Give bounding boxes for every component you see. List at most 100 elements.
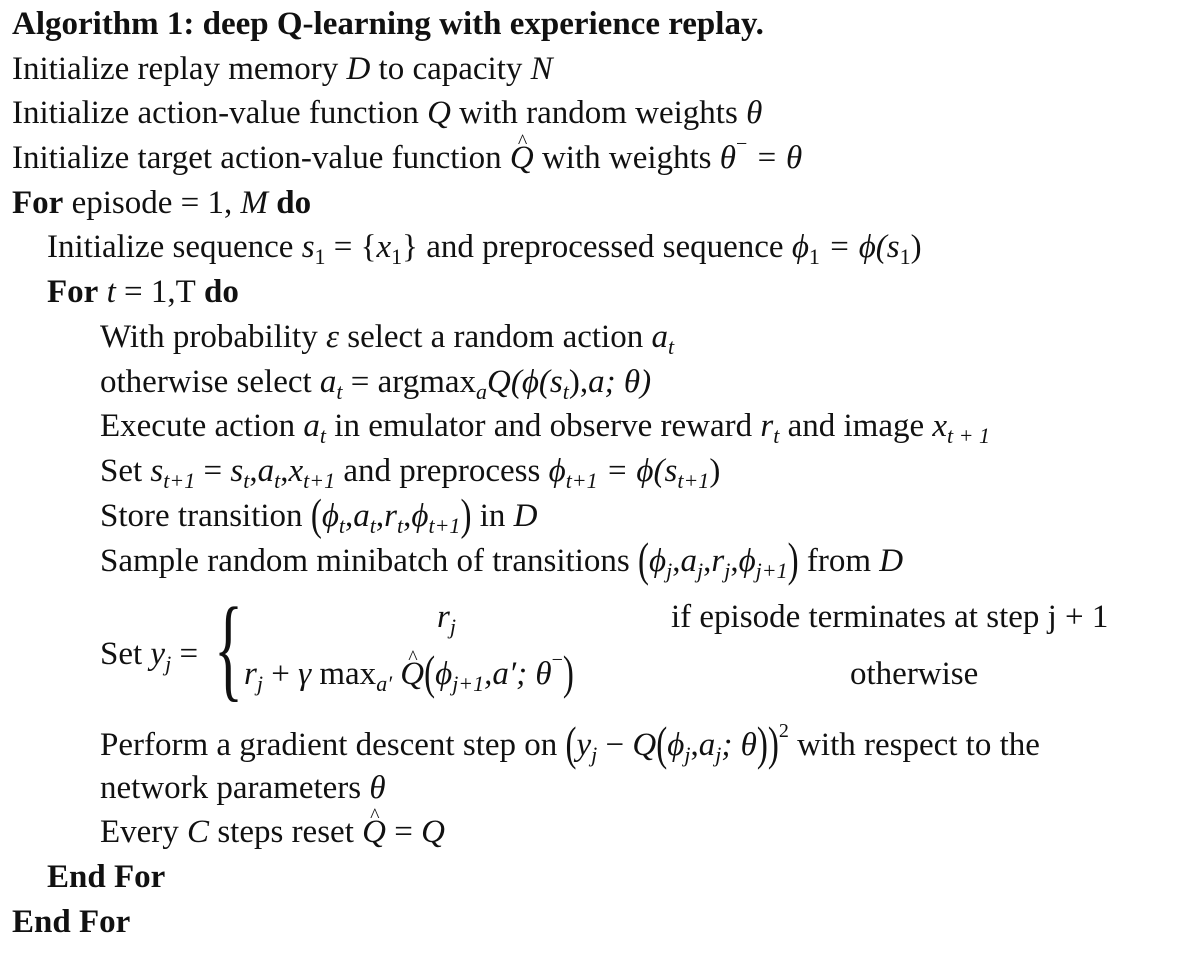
- var-s: s: [664, 453, 678, 489]
- var-x: x: [288, 453, 304, 489]
- var-r: r: [760, 408, 774, 444]
- end-for-inner: End For: [47, 859, 166, 895]
- subscript: j+1: [755, 558, 788, 583]
- text: ,: [730, 543, 739, 579]
- subscript: 1: [808, 244, 820, 269]
- line-execute: Execute action at in emulator and observ…: [100, 406, 990, 448]
- var-phi: ϕ: [738, 543, 756, 579]
- var-phi: ϕ: [411, 498, 429, 534]
- line-gradient-descent: Perform a gradient descent step on (yj −…: [100, 719, 1040, 771]
- var-C: C: [187, 814, 210, 850]
- var-a: a: [353, 498, 370, 534]
- var-Q-hat: Q: [400, 638, 424, 694]
- subscript: t+1: [677, 468, 710, 493]
- text: ,: [249, 453, 258, 489]
- paren-open: (: [310, 491, 322, 541]
- var-Q: Q: [427, 95, 451, 131]
- superscript-2: 2: [778, 720, 789, 742]
- var-theta: θ: [746, 95, 763, 131]
- var-Q-hat: Q: [362, 796, 386, 852]
- var-s: s: [549, 364, 563, 400]
- text: = θ: [747, 140, 803, 176]
- var-phi: ϕ: [667, 727, 685, 763]
- line-otherwise-select: otherwise select at = argmaxaQ(ϕ(st),a; …: [100, 362, 651, 403]
- text: +: [262, 656, 299, 692]
- subscript: j: [449, 614, 456, 639]
- text: ): [709, 453, 721, 489]
- var-r: r: [437, 599, 450, 635]
- case1-condition: if episode terminates at step j + 1: [671, 599, 1109, 635]
- text: Every: [100, 814, 188, 850]
- var-s: s: [150, 453, 164, 489]
- subscript: t: [667, 334, 675, 359]
- text: } and preprocessed sequence: [402, 229, 792, 265]
- paren-open: (: [565, 718, 577, 772]
- line-init-sequence: Initialize sequence s1 = {x1} and prepro…: [47, 227, 922, 269]
- text: =: [171, 636, 199, 672]
- keyword-do: do: [195, 274, 239, 310]
- subscript: t+1: [428, 513, 461, 538]
- case1-expr: rj: [437, 597, 456, 639]
- var-theta: θ: [719, 140, 736, 176]
- text: Set: [100, 636, 151, 672]
- subscript: t+1: [565, 468, 598, 493]
- var-Q: Q: [421, 814, 445, 850]
- subscript: t + 1: [947, 423, 990, 448]
- var-epsilon: ε: [325, 319, 339, 355]
- text: ,: [690, 727, 699, 763]
- var-a: a: [588, 364, 605, 400]
- text: ,a′; θ: [484, 656, 552, 692]
- var-N: N: [530, 51, 553, 87]
- subscript: 1: [899, 244, 911, 269]
- text: ): [910, 229, 922, 265]
- text: ; θ: [721, 727, 757, 763]
- paren-open: (: [638, 534, 649, 588]
- var-x: x: [376, 229, 392, 265]
- text: ,: [375, 498, 385, 534]
- var-a: a: [303, 408, 320, 444]
- var-D: D: [346, 51, 371, 87]
- var-a: a: [257, 453, 275, 489]
- subscript: 1: [391, 244, 403, 269]
- var-phi: ϕ: [548, 453, 566, 489]
- keyword-for: For: [47, 274, 99, 310]
- var-a: a: [651, 319, 668, 355]
- subscript: t+1: [163, 468, 196, 493]
- var-s: s: [886, 229, 900, 265]
- subscript: a′: [376, 671, 392, 696]
- subscript: 1: [314, 244, 326, 269]
- line-sample-minibatch: Sample random minibatch of transitions (…: [100, 535, 904, 587]
- paren-open: (: [656, 718, 668, 772]
- text: Initialize sequence: [47, 229, 302, 265]
- var-r: r: [711, 543, 725, 579]
- text: Perform a gradient descent step on: [100, 727, 566, 763]
- text: Initialize target action-value function: [12, 140, 510, 176]
- text: select a random action: [339, 319, 652, 355]
- var-M: M: [240, 185, 268, 221]
- var-a: a: [680, 543, 697, 579]
- line-init-memory: Initialize replay memory D to capacity N: [12, 49, 553, 89]
- line-for-episode: For episode = 1, M do: [12, 183, 311, 223]
- text: with random weights: [450, 95, 747, 131]
- var-y: y: [576, 727, 592, 763]
- var-a: a: [698, 727, 716, 763]
- var-D: D: [879, 543, 904, 579]
- var-r: r: [384, 498, 397, 534]
- end-for-outer: End For: [12, 904, 131, 940]
- var-phi: ϕ: [791, 229, 809, 265]
- var-t: t: [98, 274, 116, 310]
- set-y-lhs: Set yj =: [100, 634, 199, 675]
- text: = ϕ(: [597, 453, 665, 489]
- text: with respect to the: [788, 727, 1040, 763]
- text: ),: [568, 364, 589, 400]
- paren-close: ): [767, 718, 779, 772]
- var-s: s: [301, 229, 315, 265]
- var-a: a: [319, 364, 337, 400]
- var-r: r: [244, 656, 257, 692]
- var-gamma: γ: [298, 656, 312, 692]
- text: episode = 1,: [63, 185, 241, 221]
- text: (ϕ(: [510, 364, 550, 400]
- var-Q-hat: Q: [510, 122, 534, 178]
- text: Execute action: [100, 408, 304, 444]
- text: network parameters: [100, 770, 370, 806]
